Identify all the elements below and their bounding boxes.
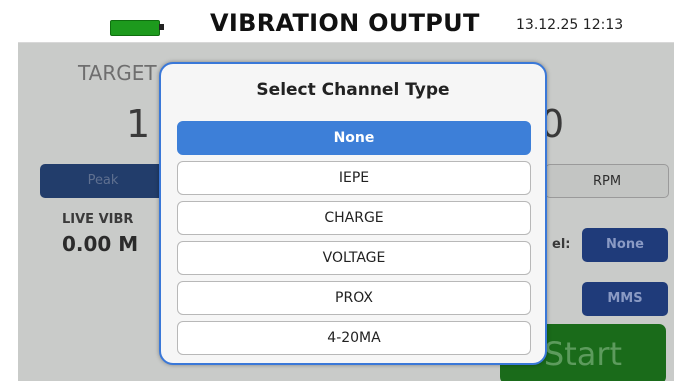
option-charge[interactable]: CHARGE	[177, 201, 531, 235]
live-vibration-label: LIVE VIBR	[62, 212, 134, 227]
battery-icon	[110, 20, 160, 36]
channel-label: el:	[552, 237, 571, 252]
target-label: TARGET	[78, 61, 157, 85]
peak-button[interactable]: Peak	[40, 164, 166, 198]
option-voltage[interactable]: VOLTAGE	[177, 241, 531, 275]
target-value-left: 1	[126, 102, 151, 146]
dialog-title: Select Channel Type	[256, 80, 450, 100]
status-bar: VIBRATION OUTPUT 13.12.25 12:13	[18, 6, 674, 43]
channel-type-dialog: Select Channel Type None IEPE CHARGE VOL…	[159, 62, 547, 365]
live-vibration-value: 0.00 M	[62, 232, 139, 256]
screen-title: VIBRATION OUTPUT	[210, 9, 480, 37]
units-button[interactable]: MMS	[582, 282, 668, 316]
device-screen: VIBRATION OUTPUT 13.12.25 12:13 TARGET 1…	[18, 6, 674, 381]
datetime-readout: 13.12.25 12:13	[516, 17, 624, 33]
option-iepe[interactable]: IEPE	[177, 161, 531, 195]
option-none[interactable]: None	[177, 121, 531, 155]
option-4-20ma[interactable]: 4-20MA	[177, 321, 531, 355]
battery-tip	[159, 24, 164, 30]
channel-type-button[interactable]: None	[582, 228, 668, 262]
rpm-button[interactable]: RPM	[545, 164, 669, 198]
option-prox[interactable]: PROX	[177, 281, 531, 315]
